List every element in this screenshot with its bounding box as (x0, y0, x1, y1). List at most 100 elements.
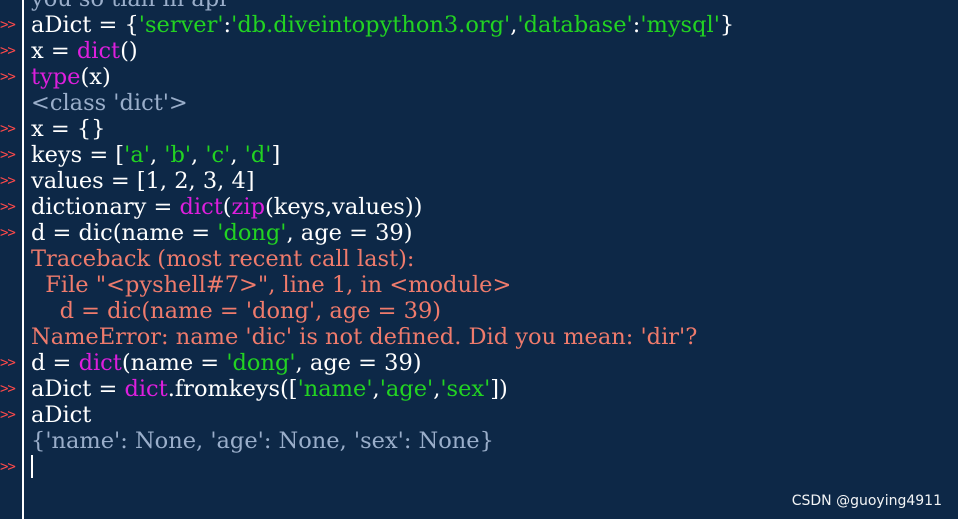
code-token: d = dic(name = 'dong', age = 39) (31, 298, 442, 324)
shell-line[interactable]: >> d = dic(name = 'dong', age = 39) (0, 220, 958, 246)
code-token: 'dong' (217, 220, 287, 246)
shell-line[interactable]: >> aDict (0, 402, 958, 428)
python-shell-window[interactable]: you so tian in api >> aDict = {'server':'d… (0, 0, 958, 519)
shell-line[interactable]: >> d = dict(name = 'dong', age = 39) (0, 350, 958, 376)
code-token: type (31, 64, 81, 90)
shell-line[interactable]: File "<pyshell#7>", line 1, in <module> (0, 272, 958, 298)
shell-line-text: type(x) (31, 64, 111, 90)
shell-line-text: <class 'dict'> (31, 90, 188, 116)
shell-line-text: you so tian in api (31, 0, 226, 12)
shell-line-text: aDict (31, 402, 91, 428)
shell-line-text: dictionary = dict(zip(keys,values)) (31, 194, 422, 220)
shell-line[interactable]: Traceback (most recent call last): (0, 246, 958, 272)
shell-line-text: Traceback (most recent call last): (31, 246, 415, 272)
prompt-marker: >> (0, 121, 16, 137)
code-token: (x) (80, 64, 111, 90)
code-token: dict (76, 38, 121, 64)
shell-line-text: aDict = dict.fromkeys(['name','age','sex… (31, 376, 508, 402)
shell-line[interactable]: NameError: name 'dic' is not defined. Di… (0, 324, 958, 350)
shell-line-text: x = {} (31, 116, 105, 142)
code-token: 'age' (379, 376, 434, 402)
code-token: , (230, 142, 245, 168)
code-token: , (372, 376, 380, 402)
prompt-marker: >> (0, 459, 16, 475)
shell-line-text: d = dic(name = 'dong', age = 39) (31, 220, 413, 246)
code-token: NameError: name 'dic' is not defined. Di… (31, 324, 698, 350)
code-token: d = dic(name = (31, 220, 218, 246)
shell-line-text: aDict = {'server':'db.diveintopython3.or… (31, 12, 734, 38)
shell-line-text: keys = ['a', 'b', 'c', 'd'] (31, 142, 280, 168)
code-token: (name = (121, 350, 227, 376)
shell-line[interactable]: >> x = {} (0, 116, 958, 142)
code-token: ] (271, 142, 281, 168)
prompt-marker: >> (0, 173, 16, 189)
code-token: 'd' (244, 142, 272, 168)
shell-line-text: NameError: name 'dic' is not defined. Di… (31, 324, 697, 350)
code-token: 'dong' (226, 350, 296, 376)
csdn-watermark: CSDN @guoying4911 (791, 493, 942, 509)
code-token: values = [1, 2, 3, 4] (31, 168, 255, 194)
shell-line[interactable]: >> dictionary = dict(zip(keys,values)) (0, 194, 958, 220)
shell-line-text: x = dict() (31, 38, 138, 64)
code-token: <class 'dict'> (31, 90, 188, 116)
code-token: () (120, 38, 138, 64)
code-token: : (223, 12, 232, 38)
shell-line-text: d = dic(name = 'dong', age = 39) (31, 298, 441, 324)
code-token: 'db.diveintopython3.org' (231, 12, 511, 38)
code-token: zip (231, 194, 266, 220)
code-token: 'b' (164, 142, 192, 168)
code-token: .fromkeys([ (167, 376, 298, 402)
code-token: (keys,values)) (265, 194, 423, 220)
shell-line[interactable]: <class 'dict'> (0, 90, 958, 116)
prompt-marker: >> (0, 355, 16, 371)
code-token: you so tian in api (31, 0, 226, 12)
shell-line[interactable]: >> aDict = dict.fromkeys(['name','age','s… (0, 376, 958, 402)
code-token: 'database' (517, 12, 633, 38)
code-token: } (719, 12, 735, 38)
shell-line[interactable]: >> (0, 454, 958, 480)
code-token: dict (124, 376, 168, 402)
shell-line[interactable]: >> x = dict() (0, 38, 958, 64)
prompt-marker: >> (0, 43, 16, 59)
shell-line-text: values = [1, 2, 3, 4] (31, 168, 255, 194)
code-token: x = (31, 38, 77, 64)
prompt-marker: >> (0, 225, 16, 241)
prompt-marker: >> (0, 147, 16, 163)
code-token: dict (78, 350, 122, 376)
code-token: , age = 39) (286, 220, 413, 246)
code-token: File "<pyshell#7>", line 1, in <module> (31, 272, 512, 298)
code-token: ]) (490, 376, 508, 402)
prompt-marker: >> (0, 17, 16, 33)
shell-line-text: File "<pyshell#7>", line 1, in <module> (31, 272, 511, 298)
code-token: x = {} (31, 116, 106, 142)
shell-line[interactable]: >> aDict = {'server':'db.diveintopython3.… (0, 12, 958, 38)
code-token: ( (222, 194, 232, 220)
shell-output-area[interactable]: you so tian in api >> aDict = {'server':'d… (0, 0, 958, 480)
shell-line[interactable]: d = dic(name = 'dong', age = 39) (0, 298, 958, 324)
shell-line[interactable]: >> values = [1, 2, 3, 4] (0, 168, 958, 194)
code-token: 'name' (297, 376, 373, 402)
code-token: 'sex' (440, 376, 491, 402)
shell-line-text (31, 454, 33, 480)
shell-line[interactable]: you so tian in api (0, 0, 958, 12)
code-token: aDict (31, 402, 92, 428)
code-token: {'name': None, 'age': None, 'sex': None} (31, 428, 494, 454)
code-token: 'c' (205, 142, 231, 168)
code-token: 'server' (138, 12, 224, 38)
shell-line-text: d = dict(name = 'dong', age = 39) (31, 350, 422, 376)
shell-line-text: {'name': None, 'age': None, 'sex': None} (31, 428, 494, 454)
code-token: dictionary = (31, 194, 180, 220)
prompt-marker: >> (0, 69, 16, 85)
code-token: 'mysql' (640, 12, 720, 38)
code-token: , (149, 142, 165, 168)
prompt-marker: >> (0, 381, 16, 397)
prompt-marker: >> (0, 199, 16, 215)
code-token: dict (179, 194, 223, 220)
shell-line[interactable]: >> type(x) (0, 64, 958, 90)
code-token: 'a' (124, 142, 150, 168)
shell-line[interactable]: {'name': None, 'age': None, 'sex': None} (0, 428, 958, 454)
prompt-marker: >> (0, 407, 16, 423)
code-token: keys = [ (31, 142, 125, 168)
code-token: , (191, 142, 206, 168)
shell-line[interactable]: >> keys = ['a', 'b', 'c', 'd'] (0, 142, 958, 168)
